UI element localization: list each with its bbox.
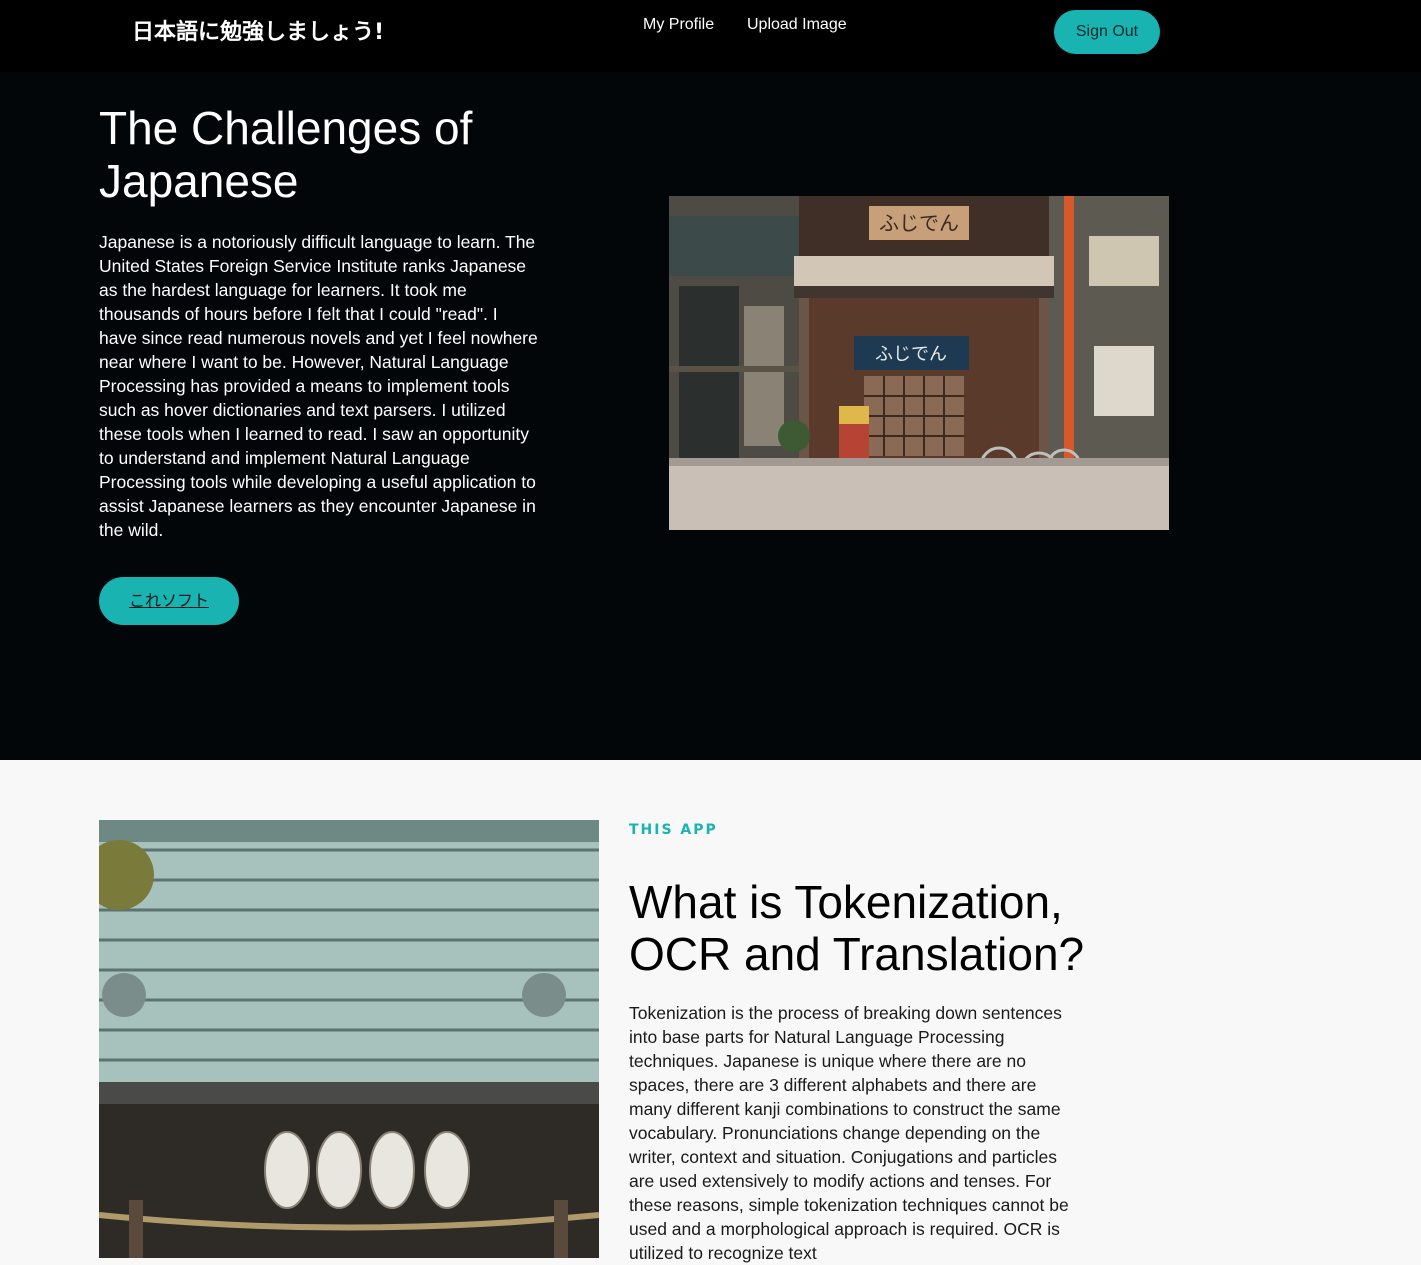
hero-section: The Challenges of Japanese Japanese is a… [0, 72, 1421, 760]
hero-title: The Challenges of Japanese [99, 102, 473, 207]
roof-illustration [99, 820, 599, 1258]
top-navbar: 日本語に勉強しましょう! My Profile Upload Image Sig… [0, 0, 1421, 72]
shopfront-illustration: ふじでん ふじでん [669, 196, 1169, 530]
japanese-shopfront-photo: ふじでん ふじでん [669, 196, 1169, 530]
shop-sign-top: ふじでん [879, 211, 959, 235]
hero-description: Japanese is a notoriously difficult lang… [99, 232, 538, 540]
section-description: Tokenization is the process of breaking … [629, 1003, 1069, 1263]
app-cta-button[interactable]: これソフト [99, 577, 239, 625]
nav-link-my-profile[interactable]: My Profile [643, 13, 714, 37]
nav-link-upload-image[interactable]: Upload Image [747, 13, 847, 37]
brand-logo-text[interactable]: 日本語に勉強しましょう! [132, 14, 384, 52]
sign-out-button[interactable]: Sign Out [1054, 10, 1160, 54]
section-eyebrow-label: THIS APP [629, 822, 718, 838]
section-title: What is Tokenization, OCR and Translatio… [629, 876, 1085, 980]
temple-roof-lanterns-photo [99, 820, 599, 1258]
shop-noren-sign: ふじでん [875, 344, 947, 365]
about-app-section: THIS APP What is Tokenization, OCR and T… [0, 760, 1421, 1263]
